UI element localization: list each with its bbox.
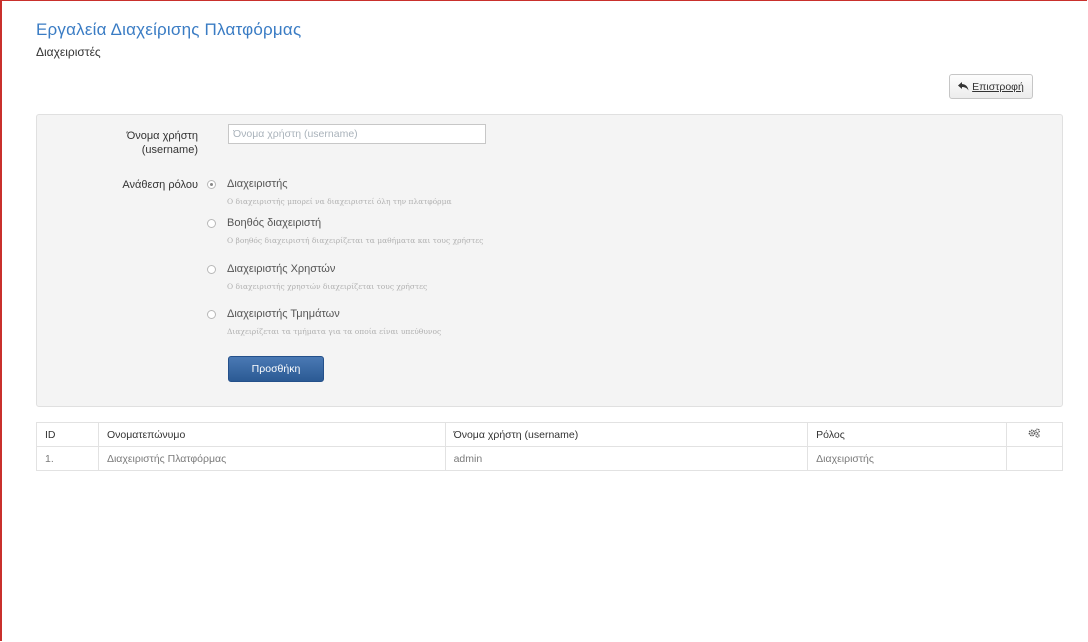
role-description: Ο διαχειριστής χρηστών διαχειρίζεται του… xyxy=(227,282,428,291)
username-input[interactable] xyxy=(228,124,486,144)
role-name: Διαχειριστής Τμημάτων xyxy=(227,308,340,320)
back-button-label: Επιστροφή xyxy=(972,80,1024,93)
table-header-row: ID Ονοματεπώνυμο Όνομα χρήστη (username)… xyxy=(36,422,1063,447)
role-radio-admin[interactable] xyxy=(207,180,216,189)
table-row: 1. Διαχειριστής Πλατφόρμας admin Διαχειρ… xyxy=(36,446,1063,471)
gears-icon xyxy=(1028,428,1040,438)
admins-table: ID Ονοματεπώνυμο Όνομα χρήστη (username)… xyxy=(36,422,1063,471)
page-title: Εργαλεία Διαχείρισης Πλατφόρμας xyxy=(36,20,302,39)
reply-arrow-icon xyxy=(958,82,969,91)
column-header-id: ID xyxy=(36,422,99,447)
role-name: Βοηθός διαχειριστή xyxy=(227,217,322,229)
role-name: Διαχειριστής xyxy=(227,178,288,190)
cell-username: admin xyxy=(444,446,809,471)
role-description: Διαχειρίζεται τα τμήματα για τα οποία εί… xyxy=(227,327,442,336)
cell-id: 1. xyxy=(36,446,99,471)
column-header-username: Όνομα χρήστη (username) xyxy=(444,422,809,447)
column-header-role: Ρόλος xyxy=(807,422,1007,447)
column-header-actions xyxy=(1006,422,1063,447)
role-label: Ανάθεση ρόλου xyxy=(122,179,198,191)
role-description: Ο διαχειριστής μπορεί να διαχειριστεί όλ… xyxy=(227,197,452,206)
cell-actions[interactable] xyxy=(1006,446,1063,471)
column-header-fullname: Ονοματεπώνυμο xyxy=(97,422,446,447)
cell-fullname: Διαχειριστής Πλατφόρμας xyxy=(97,446,446,471)
role-name: Διαχειριστής Χρηστών xyxy=(227,263,336,275)
page-subtitle: Διαχειριστές xyxy=(36,45,101,59)
back-button[interactable]: Επιστροφή xyxy=(949,74,1033,99)
add-button[interactable]: Προσθήκη xyxy=(228,356,324,382)
role-description: Ο βοηθός διαχειριστή διαχειρίζεται τα μα… xyxy=(227,236,484,245)
role-radio-department-admin[interactable] xyxy=(207,310,216,319)
add-admin-form: Όνομα χρήστη (username) Ανάθεση ρόλου Δι… xyxy=(36,114,1063,407)
cell-role: Διαχειριστής xyxy=(807,446,1007,471)
role-radio-assistant[interactable] xyxy=(207,219,216,228)
username-label: Όνομα χρήστη (username) xyxy=(126,130,198,156)
role-radio-user-admin[interactable] xyxy=(207,265,216,274)
